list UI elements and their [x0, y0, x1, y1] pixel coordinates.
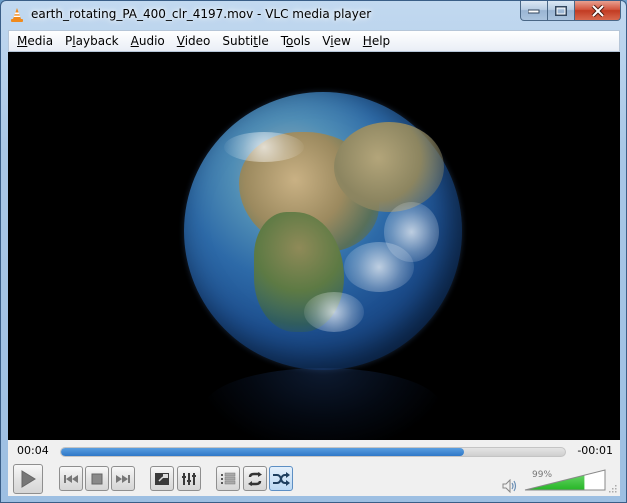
menu-help[interactable]: Help — [357, 31, 396, 51]
maximize-button[interactable] — [548, 1, 575, 21]
menu-tools[interactable]: Tools — [275, 31, 317, 51]
earth-globe — [184, 92, 462, 370]
window-title: earth_rotating_PA_400_clr_4197.mov - VLC… — [31, 7, 372, 21]
control-panel: 00:04 -00:01 99% — [8, 440, 620, 496]
resize-grip-icon[interactable] — [609, 485, 617, 493]
video-area[interactable] — [8, 52, 620, 440]
minimize-icon — [528, 9, 540, 13]
stop-button[interactable] — [85, 466, 109, 491]
seek-bar-fill — [61, 448, 465, 456]
maximize-icon — [555, 5, 567, 16]
globe-reflection — [204, 368, 442, 440]
volume-slider-fill — [525, 470, 585, 490]
shuffle-icon — [273, 471, 290, 486]
close-icon — [591, 4, 604, 17]
menu-audio[interactable]: Audio — [125, 31, 171, 51]
close-button[interactable] — [575, 1, 621, 21]
menu-bar: Media Playback Audio Video Subtitle Tool… — [8, 30, 620, 52]
speaker-icon[interactable] — [502, 479, 518, 493]
elapsed-time: 00:04 — [17, 444, 49, 457]
menu-media[interactable]: Media — [11, 31, 59, 51]
previous-icon — [64, 474, 78, 483]
next-icon — [116, 474, 130, 483]
volume-slider[interactable] — [523, 468, 607, 492]
fullscreen-button[interactable] — [150, 466, 174, 491]
seek-bar[interactable] — [60, 447, 566, 457]
menu-subtitle[interactable]: Subtitle — [216, 31, 274, 51]
land-middle-east — [334, 122, 444, 212]
fullscreen-icon — [155, 472, 169, 485]
caption-buttons — [520, 1, 621, 21]
equalizer-icon — [182, 472, 196, 485]
previous-button[interactable] — [59, 466, 83, 491]
remaining-time[interactable]: -00:01 — [577, 444, 613, 457]
title-bar[interactable]: earth_rotating_PA_400_clr_4197.mov - VLC… — [1, 1, 626, 30]
cloud — [304, 292, 364, 332]
stop-icon — [91, 473, 103, 484]
extended-settings-button[interactable] — [177, 466, 201, 491]
play-button[interactable] — [13, 464, 43, 494]
vlc-cone-icon — [11, 8, 23, 22]
next-button[interactable] — [111, 466, 135, 491]
playlist-button[interactable] — [216, 466, 240, 491]
playlist-icon — [221, 472, 236, 484]
cloud — [384, 202, 439, 262]
cloud — [224, 132, 304, 162]
menu-video[interactable]: Video — [171, 31, 217, 51]
menu-playback[interactable]: Playback — [59, 31, 125, 51]
loop-button[interactable] — [243, 466, 267, 491]
random-button[interactable] — [269, 466, 293, 491]
vlc-window: earth_rotating_PA_400_clr_4197.mov - VLC… — [0, 0, 627, 503]
play-icon — [21, 470, 36, 488]
menu-view[interactable]: View — [316, 31, 357, 51]
minimize-button[interactable] — [520, 1, 548, 21]
loop-icon — [248, 471, 262, 486]
